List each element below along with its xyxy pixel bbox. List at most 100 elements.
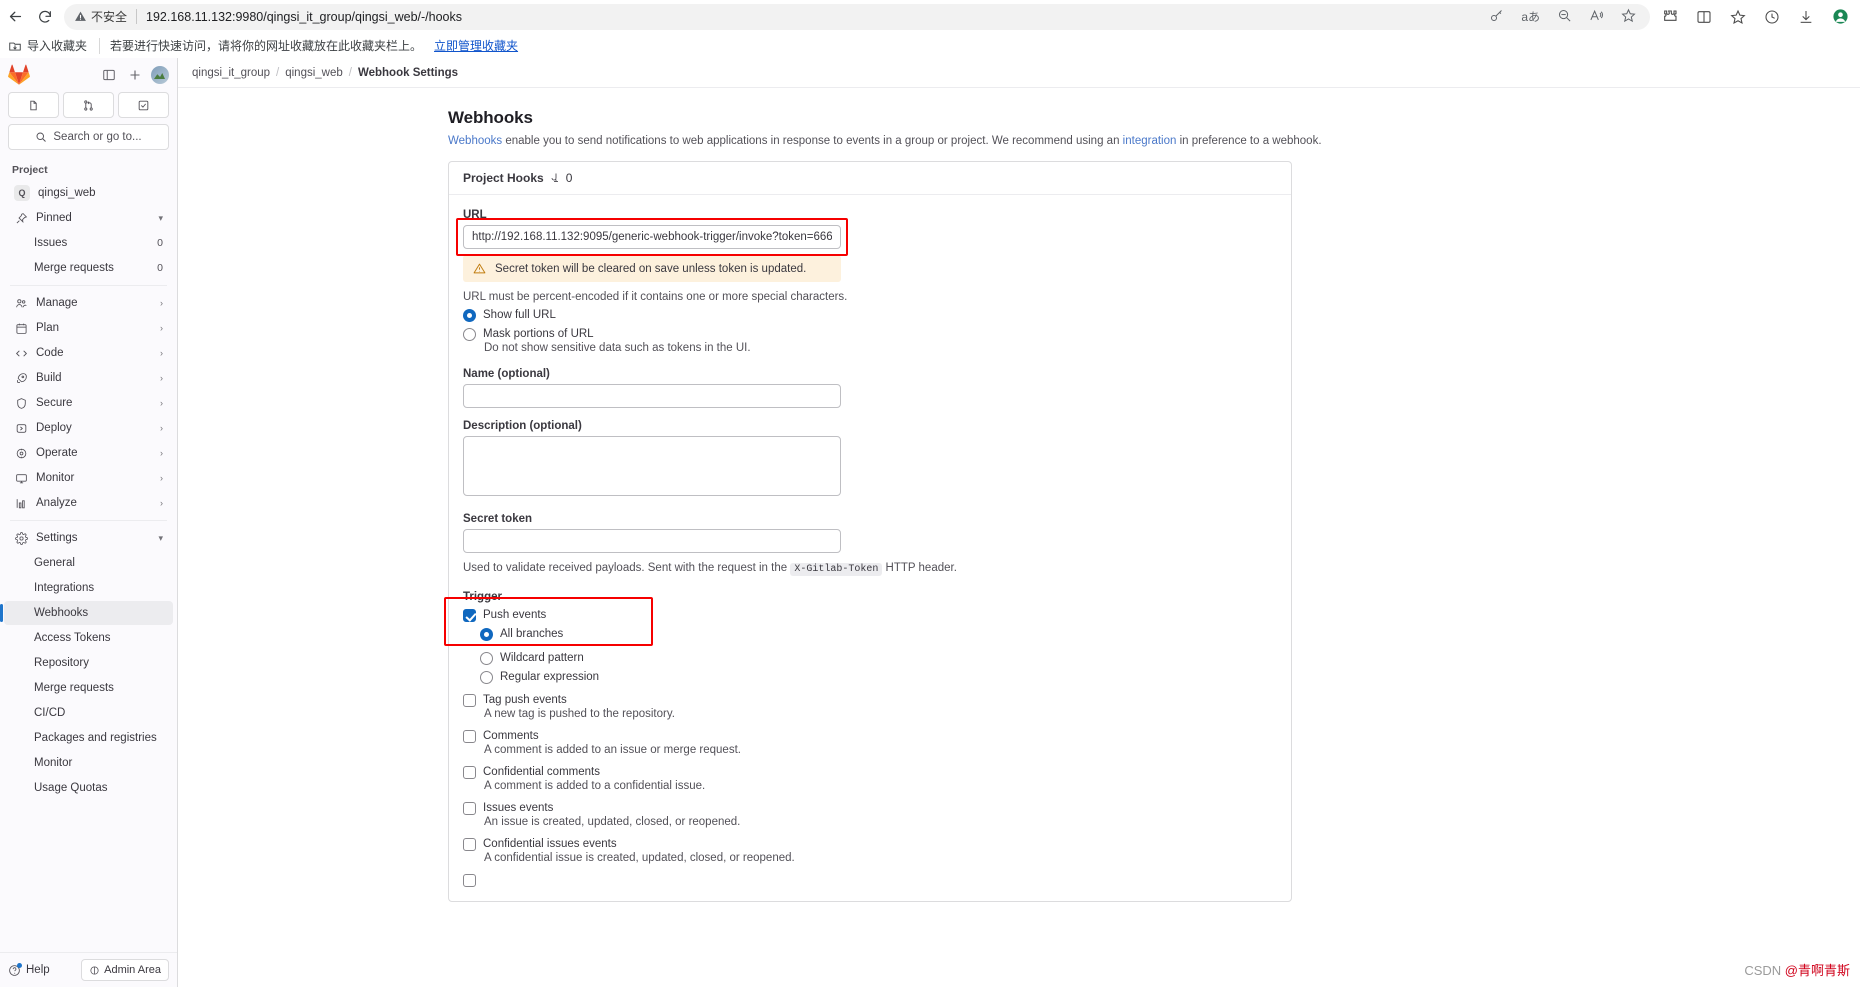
name-input[interactable]	[463, 384, 841, 408]
chevron-right-icon[interactable]: ›	[160, 448, 163, 458]
create-new-icon[interactable]	[125, 65, 145, 85]
gitlab-logo-icon[interactable]	[8, 64, 30, 86]
import-bookmarks-button[interactable]: 导入收藏夹	[0, 35, 95, 56]
hook-icon	[551, 173, 558, 182]
toggle-sidebar-icon[interactable]	[99, 65, 119, 85]
issues-quick-icon[interactable]	[8, 92, 59, 118]
wildcard-pattern-radio[interactable]	[480, 652, 493, 665]
extensions-icon[interactable]	[1656, 3, 1684, 31]
breadcrumb-separator: /	[348, 66, 352, 79]
history-icon[interactable]	[1758, 3, 1786, 31]
integration-doc-link[interactable]: integration	[1123, 135, 1177, 147]
sidebar-item-code[interactable]: Code ›	[4, 341, 173, 365]
confidential-comments-checkbox[interactable]	[463, 766, 476, 779]
downloads-icon[interactable]	[1792, 3, 1820, 31]
url-input[interactable]	[463, 225, 841, 249]
sidebar-item-access-tokens[interactable]: Access Tokens	[4, 626, 173, 650]
confidential-comments-option[interactable]: Confidential comments	[463, 765, 1277, 779]
chevron-right-icon[interactable]: ›	[160, 373, 163, 383]
regular-expression-radio[interactable]	[480, 671, 493, 684]
user-avatar[interactable]	[151, 66, 169, 84]
sidebar-item-project[interactable]: Q qingsi_web	[4, 181, 173, 205]
wildcard-pattern-option[interactable]: Wildcard pattern	[480, 651, 1277, 665]
issues-events-checkbox[interactable]	[463, 802, 476, 815]
push-events-option[interactable]: Push events	[463, 608, 563, 622]
sidebar-item-issues[interactable]: Issues 0	[4, 231, 173, 255]
sidebar-item-monitor-settings[interactable]: Monitor	[4, 751, 173, 775]
chevron-right-icon[interactable]: ›	[160, 473, 163, 483]
back-arrow-icon[interactable]	[0, 2, 30, 32]
merge-request-events-option[interactable]	[463, 873, 1277, 887]
profile-icon[interactable]	[1826, 3, 1854, 31]
sidebar-item-usage-quotas[interactable]: Usage Quotas	[4, 776, 173, 800]
tag-push-events-option[interactable]: Tag push events	[463, 693, 1277, 707]
breadcrumb-project-link[interactable]: qingsi_web	[285, 67, 343, 79]
split-screen-icon[interactable]	[1690, 3, 1718, 31]
comments-help: A comment is added to an issue or merge …	[484, 744, 741, 756]
sidebar-item-build[interactable]: Build ›	[4, 366, 173, 390]
all-branches-option[interactable]: All branches	[480, 627, 563, 641]
chevron-right-icon[interactable]: ›	[160, 298, 163, 308]
sidebar-item-webhooks[interactable]: Webhooks	[0, 601, 173, 625]
url-text[interactable]: 192.168.11.132:9980/qingsi_it_group/qing…	[146, 10, 462, 24]
mask-url-option[interactable]: Mask portions of URL	[463, 327, 1277, 341]
sidebar-item-pinned[interactable]: Pinned ▾	[4, 206, 173, 230]
zoom-out-icon[interactable]	[1557, 8, 1572, 25]
help-button[interactable]: Help	[8, 962, 50, 977]
sidebar-item-settings[interactable]: Settings ▾	[4, 526, 173, 550]
security-indicator[interactable]: 不安全	[74, 8, 127, 25]
sidebar-item-repository[interactable]: Repository	[4, 651, 173, 675]
confidential-issues-events-checkbox[interactable]	[463, 838, 476, 851]
sidebar-item-plan[interactable]: Plan ›	[4, 316, 173, 340]
chevron-right-icon[interactable]: ›	[160, 498, 163, 508]
favorites-icon[interactable]	[1724, 3, 1752, 31]
chevron-right-icon[interactable]: ›	[160, 423, 163, 433]
merge-requests-quick-icon[interactable]	[63, 92, 114, 118]
admin-area-button[interactable]: Admin Area	[81, 959, 169, 981]
sidebar-item-merge-requests-settings[interactable]: Merge requests	[4, 676, 173, 700]
mask-url-radio[interactable]	[463, 328, 476, 341]
comments-checkbox[interactable]	[463, 730, 476, 743]
sidebar-item-secure[interactable]: Secure ›	[4, 391, 173, 415]
reload-icon[interactable]	[30, 2, 60, 32]
manage-bookmarks-link[interactable]: 立即管理收藏夹	[422, 37, 518, 54]
webhooks-doc-link[interactable]: Webhooks	[448, 135, 502, 147]
comments-option[interactable]: Comments	[463, 729, 1277, 743]
project-hooks-title: Project Hooks	[463, 171, 544, 185]
sidebar-item-operate[interactable]: Operate ›	[4, 441, 173, 465]
sidebar-item-integrations[interactable]: Integrations	[4, 576, 173, 600]
all-branches-radio[interactable]	[480, 628, 493, 641]
description-textarea[interactable]	[463, 436, 841, 496]
sidebar-item-manage[interactable]: Manage ›	[4, 291, 173, 315]
translate-icon[interactable]: aあ	[1521, 11, 1540, 23]
read-aloud-icon[interactable]	[1589, 8, 1604, 25]
push-events-checkbox[interactable]	[463, 609, 476, 622]
chevron-down-icon[interactable]: ▾	[158, 213, 163, 224]
issues-events-option[interactable]: Issues events	[463, 801, 1277, 815]
favorite-icon[interactable]	[1621, 8, 1636, 25]
todos-quick-icon[interactable]	[118, 92, 169, 118]
sidebar-item-analyze[interactable]: Analyze ›	[4, 491, 173, 515]
chevron-down-icon[interactable]: ▾	[158, 533, 163, 544]
chevron-right-icon[interactable]: ›	[160, 398, 163, 408]
sidebar-item-packages-registries[interactable]: Packages and registries	[4, 726, 173, 750]
search-input[interactable]: Search or go to...	[8, 124, 169, 150]
chevron-right-icon[interactable]: ›	[160, 348, 163, 358]
sidebar-item-deploy[interactable]: Deploy ›	[4, 416, 173, 440]
merge-request-events-checkbox[interactable]	[463, 874, 476, 887]
sidebar-item-general[interactable]: General	[4, 551, 173, 575]
regular-expression-option[interactable]: Regular expression	[480, 670, 1277, 684]
tag-push-events-checkbox[interactable]	[463, 694, 476, 707]
key-icon[interactable]	[1489, 8, 1504, 25]
address-bar[interactable]: 不安全 192.168.11.132:9980/qingsi_it_group/…	[64, 3, 1650, 30]
secret-token-input[interactable]	[463, 529, 841, 553]
breadcrumb-group-link[interactable]: qingsi_it_group	[192, 67, 270, 79]
breadcrumb-separator: /	[276, 66, 280, 79]
chevron-right-icon[interactable]: ›	[160, 323, 163, 333]
show-full-url-option[interactable]: Show full URL	[463, 308, 1277, 322]
sidebar-item-monitor[interactable]: Monitor ›	[4, 466, 173, 490]
confidential-issues-events-option[interactable]: Confidential issues events	[463, 837, 1277, 851]
sidebar-item-merge-requests[interactable]: Merge requests 0	[4, 256, 173, 280]
sidebar-item-cicd[interactable]: CI/CD	[4, 701, 173, 725]
show-full-url-radio[interactable]	[463, 309, 476, 322]
